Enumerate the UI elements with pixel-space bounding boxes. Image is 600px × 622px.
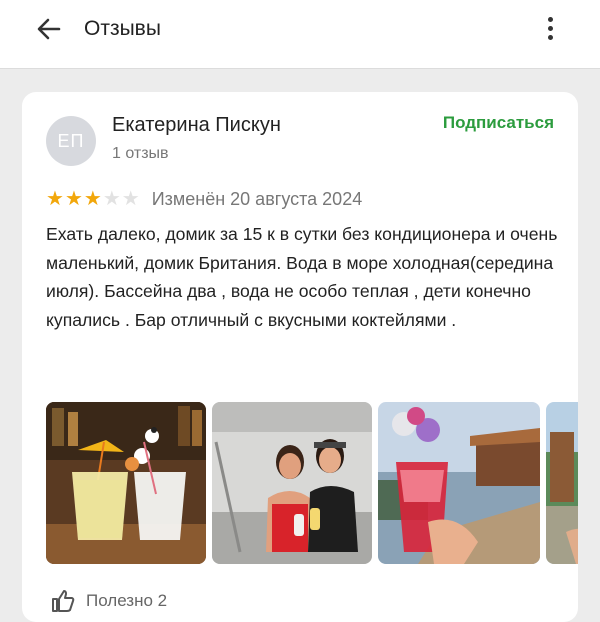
- star-filled-icon: ★: [83, 188, 102, 210]
- star-filled-icon: ★: [46, 188, 64, 210]
- subscribe-button[interactable]: Подписаться: [443, 113, 554, 133]
- review-card: ЕП Екатерина Пискун 1 отзыв Подписаться …: [22, 92, 578, 622]
- review-photo-drink-pier[interactable]: [378, 402, 540, 564]
- back-button[interactable]: [34, 14, 70, 46]
- review-photo-people[interactable]: [212, 402, 372, 564]
- review-count: 1 отзыв: [112, 145, 169, 162]
- star-empty-icon: ★: [121, 188, 140, 210]
- review-photo-beach[interactable]: [546, 402, 578, 564]
- star-rating: ★ ★ ★ ★ ★: [46, 189, 140, 209]
- rating-row: ★ ★ ★ ★ ★ Изменён 20 августа 2024: [46, 187, 362, 211]
- star-empty-icon: ★: [102, 188, 121, 210]
- helpful-button[interactable]: Полезно 2: [50, 588, 167, 614]
- review-text: Ехать далеко, домик за 15 к в сутки без …: [46, 224, 558, 330]
- helpful-label: Полезно 2: [86, 591, 168, 610]
- modified-date: Изменён 20 августа 2024: [151, 188, 363, 209]
- more-options-button[interactable]: [536, 14, 564, 48]
- review-photo-cocktails[interactable]: [46, 402, 206, 564]
- top-app-bar: Отзывы: [0, 0, 600, 69]
- more-vert-icon: [536, 17, 564, 40]
- author-name[interactable]: Екатерина Пискун: [112, 114, 281, 137]
- avatar[interactable]: ЕП: [46, 116, 96, 166]
- thumb-up-icon: [52, 590, 75, 612]
- back-arrow-icon: [37, 18, 61, 40]
- page-title: Отзывы: [84, 17, 161, 40]
- photo-strip[interactable]: [46, 402, 578, 564]
- star-filled-icon: ★: [64, 188, 83, 210]
